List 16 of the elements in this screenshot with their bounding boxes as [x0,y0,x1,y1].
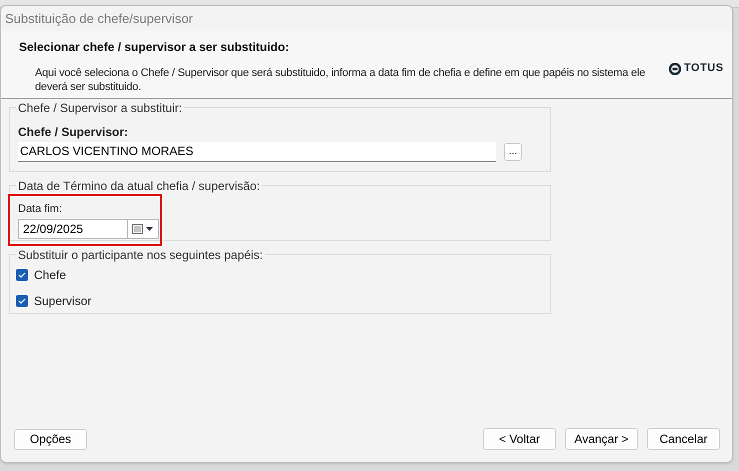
field-label: Chefe / Supervisor: [18,124,130,141]
dialog-button[interactable]: < Voltar [483,428,556,450]
field-label: Data fim: [18,202,64,217]
date-field[interactable]: 22/09/2025 [18,218,159,238]
window-title: Substituição de chefe/supervisor [5,10,193,28]
header-description: Aqui você seleciona o Chefe / Supervisor que será substituido, informa a data fim de chefia e define em que papéis no sistema ele deverá ser substituido. [34,66,646,94]
dialog-button[interactable]: Cancelar [647,428,720,450]
checkbox-label: Chefe [34,267,66,284]
date-value: 22/09/2025 [22,220,84,238]
supervisor-field[interactable]: CARLOS VICENTINO MORAES [18,142,496,162]
dialog-button[interactable]: Avançar > [565,428,638,450]
checkbox-label: Supervisor [34,293,92,310]
options-button[interactable]: Opções [14,428,87,450]
logo-text: TOTUS [684,61,724,76]
browse-button[interactable]: ... [504,143,522,161]
header-title: Selecionar chefe / supervisor a ser substituido: [19,39,290,56]
